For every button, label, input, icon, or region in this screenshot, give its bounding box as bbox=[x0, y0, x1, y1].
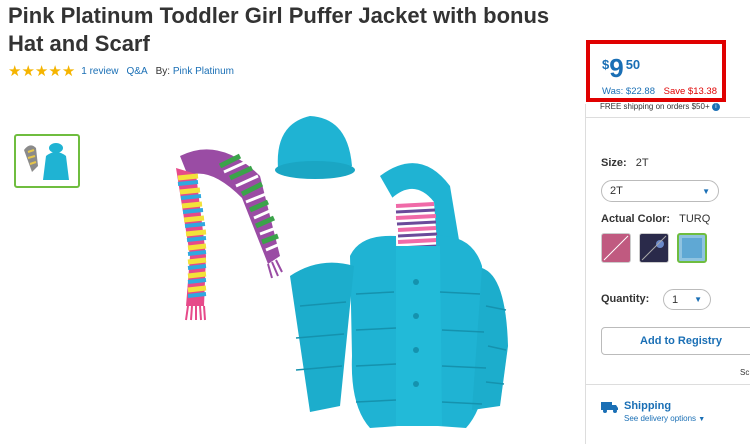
chevron-down-icon: ▼ bbox=[702, 186, 710, 196]
divider bbox=[586, 117, 750, 118]
brand-byline: By: Pink Platinum bbox=[156, 66, 234, 77]
size-select-value: 2T bbox=[610, 185, 623, 197]
product-title: Pink Platinum Toddler Girl Puffer Jacket… bbox=[8, 3, 550, 56]
truck-icon bbox=[601, 400, 619, 418]
star-icon: ★ bbox=[34, 63, 49, 80]
free-shipping-text: FREE shipping on orders $50+ bbox=[600, 102, 710, 111]
price-box: $ 9 50 Was: $22.88 Save $13.38 bbox=[586, 40, 726, 102]
star-icon: ★ bbox=[48, 63, 62, 80]
sidebar-panel bbox=[585, 104, 750, 444]
color-swatch-pink[interactable] bbox=[601, 233, 631, 263]
info-icon[interactable]: i bbox=[711, 102, 720, 111]
product-thumbnail[interactable] bbox=[14, 134, 80, 188]
star-icon: ★ bbox=[21, 63, 35, 80]
divider bbox=[586, 384, 750, 385]
size-label: Size: bbox=[601, 157, 627, 169]
rating-row: ★ ★ ★ ★ ★ 1 review Q&A By: Pink Platinum bbox=[8, 64, 234, 79]
size-row: Size: 2T bbox=[601, 157, 649, 169]
add-to-registry-button[interactable]: Add to Registry bbox=[601, 327, 750, 355]
star-icon: ★ bbox=[61, 63, 76, 80]
qa-link[interactable]: Q&A bbox=[127, 66, 148, 77]
star-icon: ★ bbox=[8, 63, 22, 80]
quantity-value: 1 bbox=[672, 293, 679, 306]
save-amount: Save $13.38 bbox=[663, 86, 717, 97]
was-price: Was: $22.88 bbox=[602, 86, 655, 97]
reviews-link[interactable]: 1 review bbox=[81, 66, 118, 77]
price-comparison: Was: $22.88 Save $13.38 bbox=[602, 86, 717, 97]
chevron-down-icon: ▼ bbox=[694, 295, 702, 304]
free-shipping-note: FREE shipping on orders $50+ i bbox=[600, 102, 750, 111]
size-select[interactable]: 2T ▼ bbox=[601, 180, 719, 202]
price-currency: $ bbox=[602, 57, 610, 72]
color-value: TURQ bbox=[679, 213, 711, 225]
truncated-text: Sc bbox=[740, 368, 750, 377]
brand-link[interactable]: Pink Platinum bbox=[173, 66, 234, 77]
color-swatch-navy[interactable] bbox=[639, 233, 669, 263]
product-main-image[interactable] bbox=[160, 106, 510, 440]
quantity-label: Quantity: bbox=[601, 293, 649, 305]
color-row: Actual Color: TURQ bbox=[601, 213, 710, 225]
quantity-select[interactable]: 1 ▼ bbox=[663, 289, 711, 310]
current-price: $ 9 50 bbox=[602, 54, 640, 82]
color-label: Actual Color: bbox=[601, 213, 671, 225]
delivery-options-link[interactable]: See delivery options ▼ bbox=[624, 414, 705, 423]
quantity-label-text: Quantity: bbox=[601, 293, 650, 305]
by-label: By: bbox=[155, 66, 171, 77]
delivery-options-text: See delivery options bbox=[624, 414, 697, 423]
price-cents: 50 bbox=[625, 57, 641, 72]
chevron-down-icon: ▼ bbox=[698, 416, 706, 423]
shipping-label: Shipping bbox=[624, 400, 672, 412]
price-dollars: 9 bbox=[609, 53, 624, 83]
color-swatch-turq[interactable] bbox=[677, 233, 707, 263]
rating-stars[interactable]: ★ ★ ★ ★ ★ bbox=[8, 64, 75, 79]
size-value: 2T bbox=[635, 157, 649, 169]
